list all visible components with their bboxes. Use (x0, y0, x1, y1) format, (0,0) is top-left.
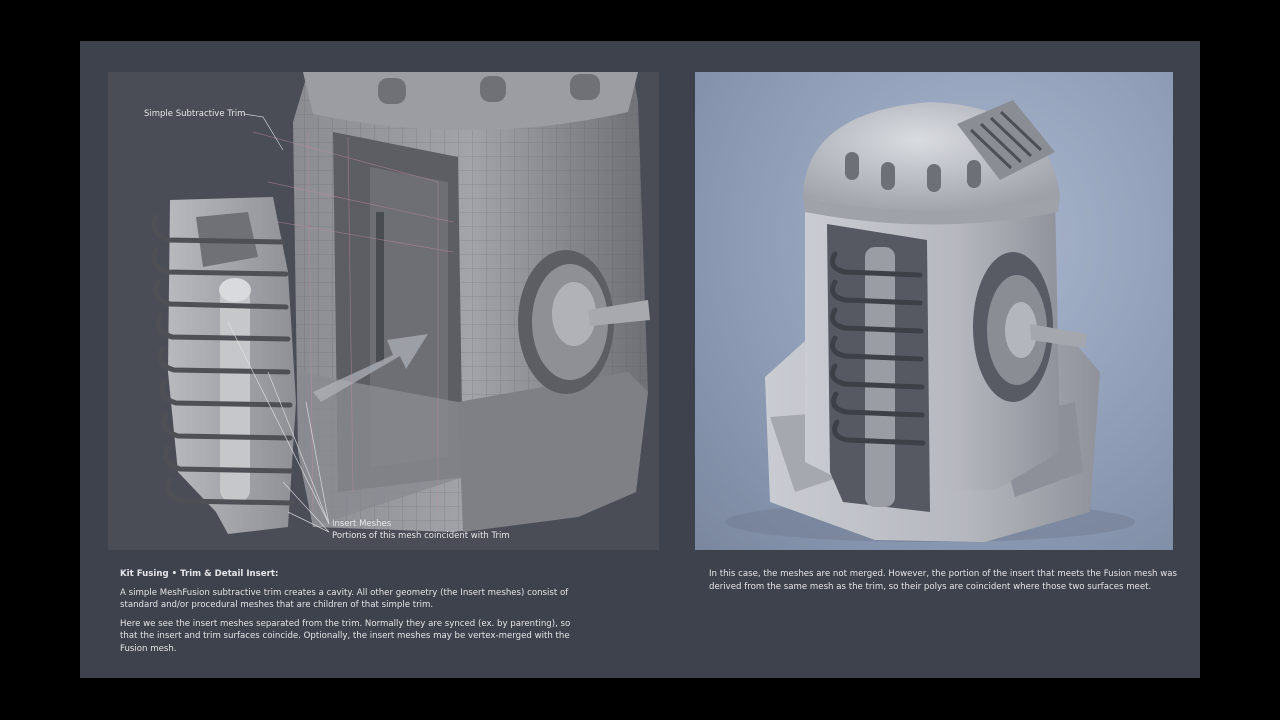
right-caption: In this case, the meshes are not merged.… (709, 568, 1179, 599)
callout-coincident-portions: Portions of this mesh coincident with Tr… (332, 531, 510, 541)
callout-insert-meshes: Insert Meshes (332, 519, 392, 529)
slide: Simple Subtractive Trim Insert Meshes Po… (80, 41, 1200, 678)
exploded-model-illustration (151, 72, 650, 534)
right-render-panel (695, 72, 1173, 550)
combined-model-illustration (725, 100, 1135, 542)
right-caption-paragraph: In this case, the meshes are not merged.… (709, 569, 1178, 592)
left-render-panel: Simple Subtractive Trim Insert Meshes Po… (108, 72, 659, 550)
caption-paragraph-1: A simple MeshFusion subtractive trim cre… (120, 587, 569, 611)
caption-paragraph-2: Here we see the insert meshes separated … (120, 618, 571, 654)
caption-title: Kit Fusing • Trim & Detail Insert: (120, 569, 279, 579)
callout-simple-subtractive-trim: Simple Subtractive Trim (144, 109, 246, 119)
left-caption: Kit Fusing • Trim & Detail Insert: A sim… (120, 568, 590, 662)
